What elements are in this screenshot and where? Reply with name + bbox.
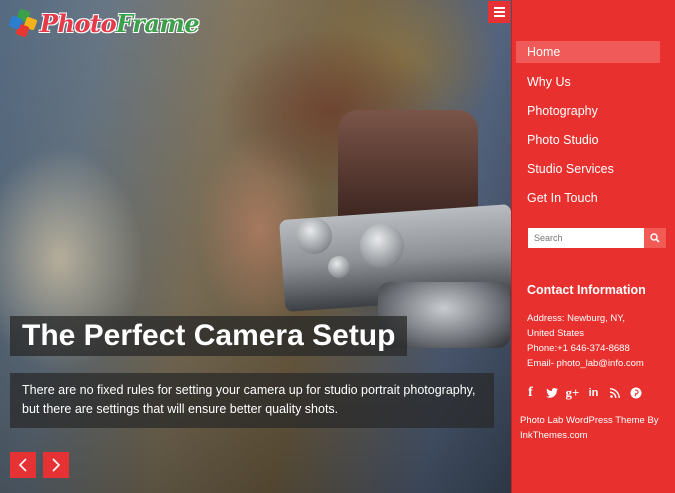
camera-dial-image xyxy=(296,218,332,254)
googleplus-icon[interactable]: g+ xyxy=(562,385,583,401)
contact-phone: Phone:+1 646-374-8688 xyxy=(527,343,630,354)
camera-dial-image xyxy=(328,256,350,278)
hamburger-menu-button[interactable] xyxy=(488,1,510,23)
contact-info: Address: Newburg, NY, United States Phon… xyxy=(527,311,644,371)
logo-text-frame: Frame xyxy=(116,8,200,38)
slider-prev-button[interactable] xyxy=(10,452,36,478)
nav-item-get-in-touch[interactable]: Get In Touch xyxy=(511,186,675,215)
contact-heading: Contact Information xyxy=(527,283,646,297)
theme-credit: Photo Lab WordPress Theme By InkThemes.c… xyxy=(520,415,659,441)
slide-title: The Perfect Camera Setup xyxy=(10,316,408,356)
nav-item-photography[interactable]: Photography xyxy=(511,99,675,128)
chevron-left-icon xyxy=(18,458,27,472)
contact-email[interactable]: Email- photo_lab@info.com xyxy=(527,356,644,371)
pinterest-icon[interactable] xyxy=(625,385,646,401)
camera-case-image xyxy=(338,110,478,220)
sidebar-nav: Home Why Us Photography Photo Studio Stu… xyxy=(511,41,675,215)
slider-next-button[interactable] xyxy=(43,452,69,478)
search-icon xyxy=(650,233,660,243)
search-button[interactable] xyxy=(644,228,666,248)
nav-item-why-us[interactable]: Why Us xyxy=(511,70,675,99)
twitter-icon[interactable] xyxy=(541,385,562,401)
logo-text-photo: Photo xyxy=(40,8,117,38)
hamburger-icon xyxy=(493,7,505,9)
slide-description: There are no fixed rules for setting you… xyxy=(10,373,494,428)
facebook-icon[interactable]: f xyxy=(520,385,541,401)
chevron-right-icon xyxy=(52,458,61,472)
site-logo[interactable]: PhotoFrame xyxy=(8,8,200,38)
nav-item-home[interactable]: Home xyxy=(516,41,660,63)
camera-dial-image xyxy=(360,224,404,268)
logo-text: PhotoFrame xyxy=(40,8,200,38)
logo-pinwheel-icon xyxy=(8,8,38,38)
social-links: f g+ in xyxy=(520,385,646,401)
nav-item-studio-services[interactable]: Studio Services xyxy=(511,157,675,186)
search-form xyxy=(528,228,666,248)
search-input[interactable] xyxy=(528,228,644,248)
rss-icon[interactable] xyxy=(604,385,625,401)
contact-address-line1: Address: Newburg, NY, xyxy=(527,313,626,324)
contact-address-line2: United States xyxy=(527,328,585,339)
linkedin-icon[interactable]: in xyxy=(583,385,604,401)
nav-item-photo-studio[interactable]: Photo Studio xyxy=(511,128,675,157)
